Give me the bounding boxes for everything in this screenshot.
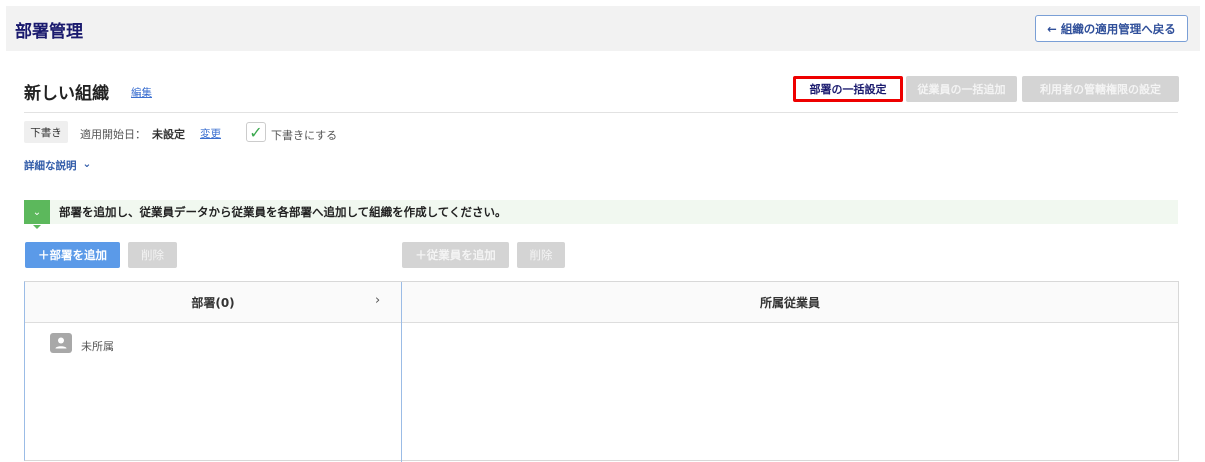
add-employee-button[interactable]: ＋従業員を追加: [402, 242, 509, 268]
plus-icon: ＋: [38, 248, 50, 262]
column-divider: [401, 282, 402, 462]
draft-checkbox[interactable]: ✓: [246, 122, 266, 142]
delete-dept-button[interactable]: 削除: [128, 242, 177, 268]
details-toggle[interactable]: 詳細な説明 ⌄: [24, 158, 91, 173]
list-item[interactable]: 未所属: [81, 338, 114, 354]
divider: [24, 112, 1178, 113]
page-header: [6, 6, 1200, 51]
check-icon: ✓: [249, 122, 263, 142]
details-label: 詳細な説明: [24, 160, 77, 172]
permission-button[interactable]: 利用者の管轄権限の設定: [1022, 76, 1179, 102]
add-dept-label: 部署を追加: [49, 248, 108, 262]
dept-header-label: 部署(0): [191, 295, 235, 310]
back-label: 組織の適用管理へ戻る: [1060, 21, 1176, 36]
start-date-label: 適用開始日：: [80, 128, 146, 141]
draft-checkbox-label[interactable]: 下書きにする: [271, 127, 337, 143]
arrow-left-icon: ←: [1047, 21, 1057, 36]
org-table: 部署(0) › 所属従業員 未所属: [24, 281, 1179, 462]
bulk-employee-button[interactable]: 従業員の一括追加: [906, 76, 1017, 102]
delete-employee-button[interactable]: 削除: [517, 242, 565, 268]
add-employee-label: 従業員を追加: [426, 248, 496, 262]
org-name: 新しい組織: [24, 84, 109, 104]
person-icon: [50, 333, 72, 353]
dept-column-header: 部署(0): [25, 282, 401, 323]
change-link[interactable]: 変更: [200, 126, 221, 141]
edit-link[interactable]: 編集: [131, 85, 152, 100]
chevron-down-icon: ⌄: [82, 158, 92, 170]
start-date-value: 未設定: [152, 128, 185, 141]
info-banner: 部署を追加し、従業員データから従業員を各部署へ追加して組織を作成してください。: [24, 200, 1178, 224]
bulk-dept-button[interactable]: 部署の一括設定: [793, 76, 903, 102]
chevron-down-icon: ⌄: [24, 200, 50, 229]
page-title: 部署管理: [15, 22, 83, 42]
chevron-right-icon[interactable]: ›: [375, 293, 380, 308]
employee-column-header: 所属従業員: [402, 282, 1178, 323]
back-button[interactable]: ← 組織の適用管理へ戻る: [1035, 15, 1188, 42]
add-dept-button[interactable]: ＋部署を追加: [25, 242, 120, 268]
status-badge: 下書き: [24, 121, 68, 143]
plus-icon: ＋: [415, 248, 427, 262]
